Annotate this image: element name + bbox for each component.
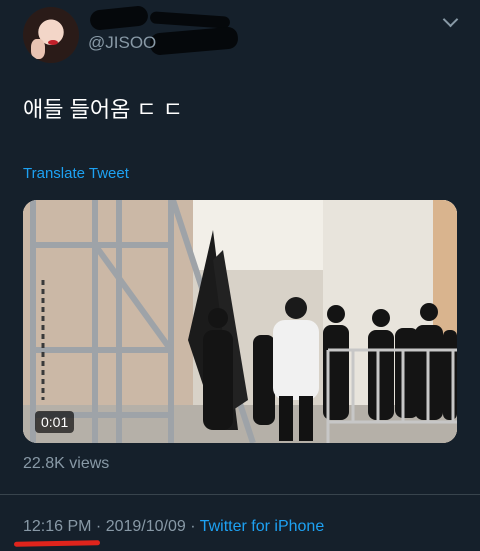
- view-count[interactable]: 22.8K views: [23, 455, 109, 473]
- redaction-scribble: [149, 11, 231, 29]
- tweet-source-link[interactable]: Twitter for iPhone: [200, 518, 325, 535]
- tweet-meta: 12:16 PM · 2019/10/09 · Twitter for iPho…: [23, 518, 324, 536]
- red-underline-annotation: [13, 540, 101, 547]
- meta-separator: ·: [91, 518, 106, 535]
- meta-separator: ·: [185, 518, 200, 535]
- tweet-text: 애들 들어옴 ㄷ ㄷ: [23, 97, 184, 122]
- video-frame: [23, 200, 457, 443]
- avatar[interactable]: [23, 7, 79, 63]
- video-duration-badge: 0:01: [35, 411, 75, 433]
- redaction-scribble: [149, 26, 239, 56]
- avatar-hand: [31, 39, 45, 59]
- avatar-lips: [48, 40, 58, 45]
- chevron-down-icon[interactable]: [442, 11, 459, 28]
- tweet-time[interactable]: 12:16 PM: [23, 518, 91, 535]
- tweet-date[interactable]: 2019/10/09: [106, 518, 186, 535]
- user-handle[interactable]: @JISOO: [88, 33, 156, 53]
- divider: [0, 494, 480, 495]
- video-player[interactable]: 0:01: [23, 200, 457, 443]
- redaction-scribble: [89, 5, 149, 31]
- translate-tweet-link[interactable]: Translate Tweet: [23, 165, 129, 182]
